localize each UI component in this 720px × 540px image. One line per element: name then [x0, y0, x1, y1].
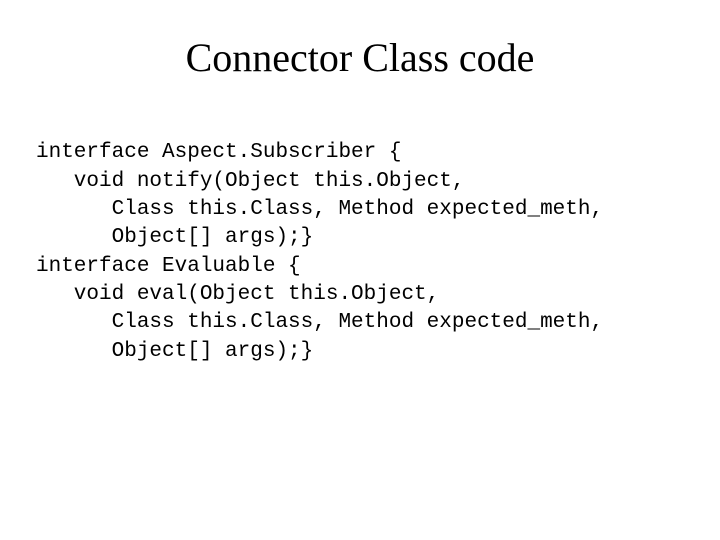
- code-line: Class this.Class, Method expected_meth,: [36, 198, 603, 221]
- slide: Connector Class code interface Aspect.Su…: [0, 0, 720, 540]
- slide-title: Connector Class code: [0, 0, 720, 111]
- code-line: interface Evaluable {: [36, 255, 301, 278]
- code-block: interface Aspect.Subscriber { void notif…: [0, 111, 720, 394]
- code-line: Object[] args);}: [36, 340, 313, 363]
- code-line: Class this.Class, Method expected_meth,: [36, 311, 603, 334]
- code-line: void eval(Object this.Object,: [36, 283, 439, 306]
- code-line: interface Aspect.Subscriber {: [36, 141, 401, 164]
- code-line: Object[] args);}: [36, 226, 313, 249]
- code-line: void notify(Object this.Object,: [36, 170, 464, 193]
